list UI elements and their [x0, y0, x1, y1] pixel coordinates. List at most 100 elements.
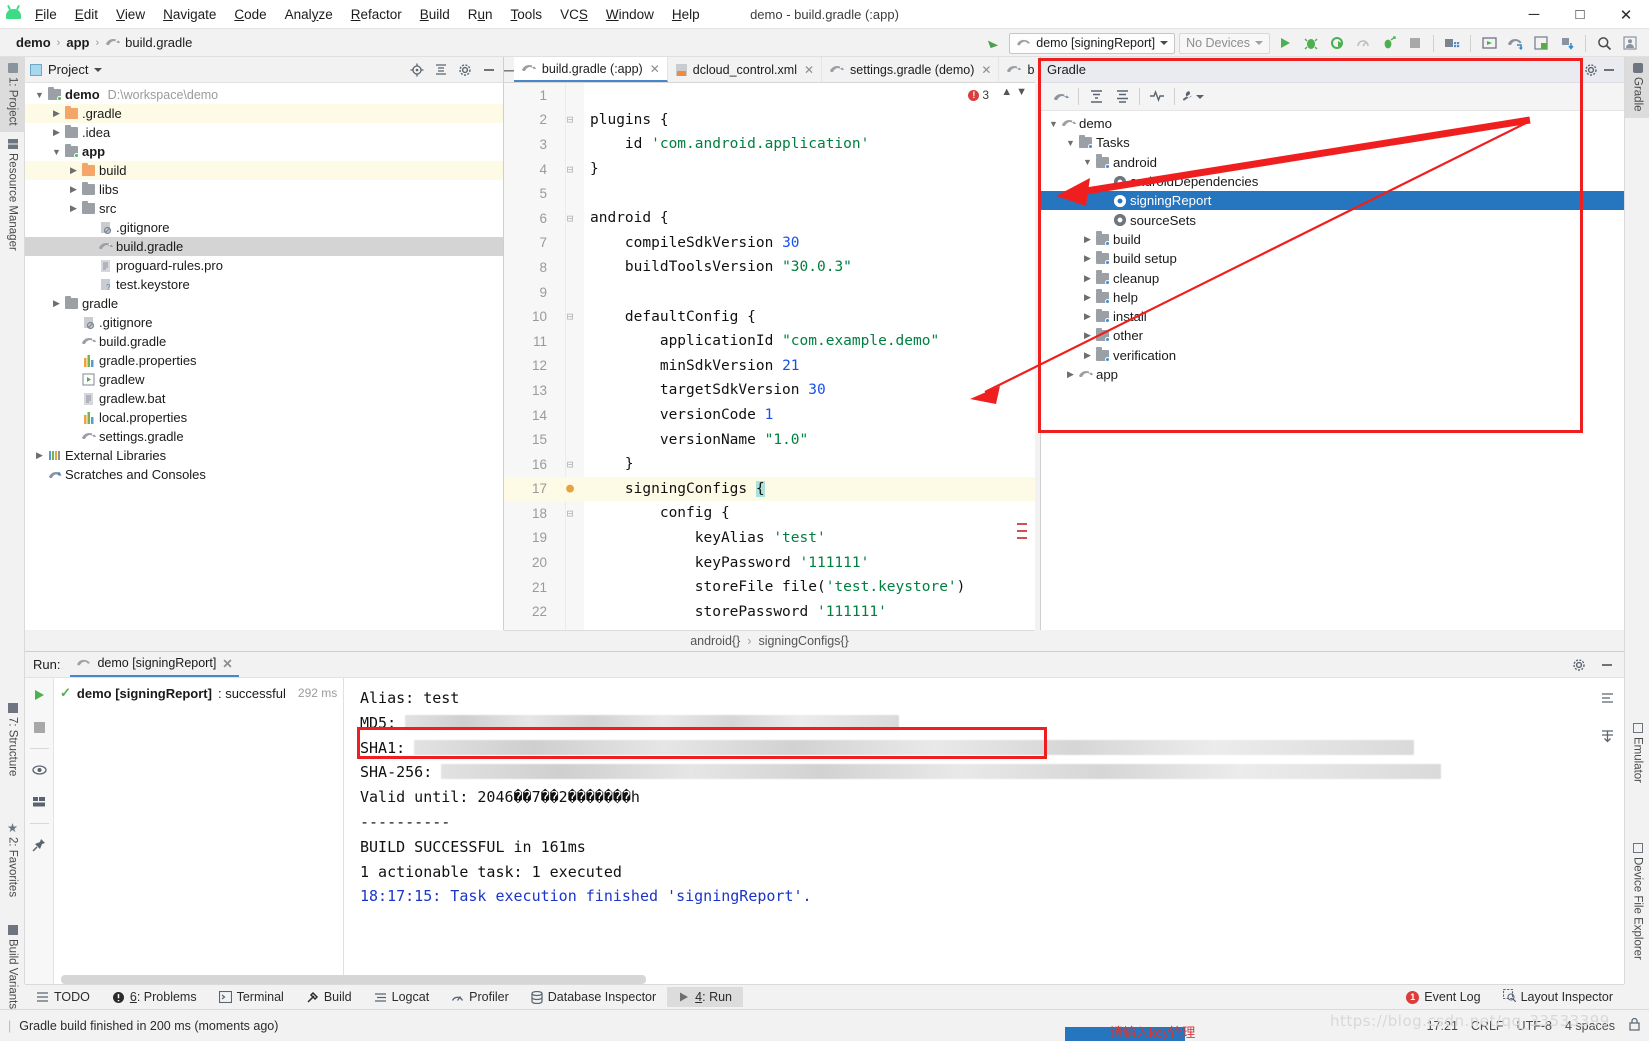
bottom-item-database-inspector[interactable]: Database Inspector: [520, 987, 667, 1007]
run-panel-sidebar[interactable]: [25, 678, 54, 985]
debug-icon[interactable]: [1300, 32, 1322, 54]
build-tool-settings-icon[interactable]: [1180, 86, 1204, 108]
hide-panel-icon[interactable]: [1600, 61, 1618, 79]
execute-gradle-task-icon[interactable]: [1049, 86, 1073, 108]
code-line[interactable]: 8 buildToolsVersion "30.0.3": [504, 255, 1035, 280]
code-line[interactable]: 3 id 'com.android.application': [504, 132, 1035, 157]
avd-manager-icon[interactable]: [1478, 32, 1500, 54]
chevron-right-icon[interactable]: ▶: [67, 184, 80, 195]
hide-panel-icon[interactable]: [480, 61, 498, 79]
sidebar-item-gradle[interactable]: Gradle: [1625, 57, 1649, 118]
menu-item-help[interactable]: Help: [663, 4, 709, 25]
sidebar-item-favorites[interactable]: 2: Favorites: [0, 817, 25, 903]
chevron-right-icon[interactable]: ▶: [1081, 273, 1094, 284]
code-fold-icon[interactable]: ⊟: [556, 507, 584, 520]
chevron-right-icon[interactable]: ▶: [1081, 311, 1094, 322]
code-line[interactable]: 20 keyPassword '111111': [504, 550, 1035, 575]
code-line[interactable]: 17 ● signingConfigs {: [504, 476, 1035, 502]
project-tree-item-external-libraries[interactable]: ▶ External Libraries: [25, 446, 503, 465]
gradle-tree-item-help[interactable]: ▶ help: [1041, 288, 1624, 307]
locate-icon[interactable]: [408, 61, 426, 79]
menu-item-navigate[interactable]: Navigate: [154, 4, 225, 25]
gradle-tree-item-tasks[interactable]: ▼ Tasks: [1041, 133, 1624, 152]
scroll-to-end-icon[interactable]: [1596, 688, 1618, 710]
chevron-right-icon[interactable]: ▶: [50, 108, 63, 119]
bottom-item-layout-inspector[interactable]: Layout Inspector: [1492, 986, 1624, 1008]
project-tree-item-gradle-properties[interactable]: gradle.properties: [25, 351, 503, 370]
gradle-panel-toolbar[interactable]: [1041, 83, 1624, 111]
gradle-tree-item-sourcesets[interactable]: sourceSets: [1041, 210, 1624, 229]
sidebar-item-resource-manager[interactable]: Resource Manager: [0, 133, 25, 257]
code-line[interactable]: 7 compileSdkVersion 30: [504, 231, 1035, 256]
project-tree-item-demo[interactable]: ▼ demo D:\workspace\demo: [25, 85, 503, 104]
breadcrumb-file[interactable]: build.gradle: [125, 35, 192, 50]
project-tree-item-settings-gradle[interactable]: settings.gradle: [25, 427, 503, 446]
gradle-tree-item-cleanup[interactable]: ▶ cleanup: [1041, 268, 1624, 287]
project-tree[interactable]: ▼ demo D:\workspace\demo ▶ .gradle ▶ .idea ▼ app…: [25, 83, 503, 484]
chevron-right-icon[interactable]: ▶: [1081, 350, 1094, 361]
bottom-item-6-problems[interactable]: 6: Problems: [101, 987, 208, 1007]
project-tree-item-build-gradle[interactable]: build.gradle: [25, 237, 503, 256]
project-tree-item-build[interactable]: ▶ build: [25, 161, 503, 180]
editor-breadcrumb-android[interactable]: android{}: [690, 634, 740, 648]
project-tree-item-local-properties[interactable]: local.properties: [25, 408, 503, 427]
project-tree-item--gitignore[interactable]: .gitignore: [25, 218, 503, 237]
run-result-tree[interactable]: ✓ demo [signingReport] : successful 292 …: [54, 678, 344, 985]
project-tree-item--gradle[interactable]: ▶ .gradle: [25, 104, 503, 123]
chevron-down-icon[interactable]: ▼: [50, 147, 63, 157]
menu-item-analyze[interactable]: Analyze: [276, 4, 342, 25]
chevron-right-icon[interactable]: ▶: [67, 203, 80, 214]
menu-item-window[interactable]: Window: [597, 4, 663, 25]
run-console-output[interactable]: Alias: test MD5: SHA1: SHA-256: Valid until:…: [344, 678, 1624, 985]
menu-item-vcs[interactable]: VCS: [551, 4, 597, 25]
project-tree-item-libs[interactable]: ▶ libs: [25, 180, 503, 199]
chevron-down-icon[interactable]: [94, 67, 103, 72]
code-line[interactable]: 18 ⊟ config {: [504, 501, 1035, 526]
chevron-right-icon[interactable]: ▶: [33, 450, 46, 461]
project-tree-item-gradle[interactable]: ▶ gradle: [25, 294, 503, 313]
bottom-item-event-log[interactable]: 1 Event Log: [1395, 987, 1491, 1007]
menu-item-refactor[interactable]: Refactor: [342, 4, 411, 25]
collapse-all-icon[interactable]: [1110, 86, 1134, 108]
user-account-icon[interactable]: [1619, 32, 1641, 54]
print-icon[interactable]: [1596, 724, 1618, 746]
profile-icon[interactable]: [1352, 32, 1374, 54]
editor-tab-build-gradle-app-[interactable]: build.gradle (:app) ✕: [513, 57, 668, 82]
editor-breadcrumb-signingconfigs[interactable]: signingConfigs{}: [758, 634, 848, 648]
gradle-task-tree[interactable]: ▼ demo ▼ Tasks ▼ android androidDependencies …: [1041, 111, 1624, 384]
stop-icon[interactable]: [28, 716, 50, 738]
run-output-right-icons[interactable]: [1596, 688, 1618, 746]
sync-arrow-icon[interactable]: [983, 32, 1005, 54]
code-line[interactable]: 11 applicationId "com.example.demo": [504, 329, 1035, 354]
run-output-horizontal-scrollbar[interactable]: [61, 975, 646, 984]
bottom-tool-window-bar[interactable]: TODO 6: Problems Terminal Build Logcat Profil…: [25, 984, 1624, 1009]
editor-tab-bar[interactable]: ─ build.gradle (:app) ✕ dcloud_control.xml…: [504, 57, 1035, 83]
gradle-tree-item-android[interactable]: ▼ android: [1041, 153, 1624, 172]
sidebar-item-build-variants[interactable]: Build Variants: [0, 919, 25, 1015]
project-tree-item-gradlew[interactable]: gradlew: [25, 370, 503, 389]
menu-item-view[interactable]: View: [107, 4, 154, 25]
close-icon[interactable]: ✕: [650, 62, 660, 76]
code-lines[interactable]: 1 2 ⊟ plugins {3 id 'com.android.applicati…: [504, 83, 1035, 624]
search-everywhere-icon[interactable]: [1593, 32, 1615, 54]
project-tree-item--idea[interactable]: ▶ .idea: [25, 123, 503, 142]
settings-icon[interactable]: [1582, 61, 1600, 79]
code-line[interactable]: 6 ⊟ android {: [504, 206, 1035, 231]
chevron-right-icon[interactable]: ▶: [1081, 292, 1094, 303]
taskbar-window-button[interactable]: [1065, 1027, 1185, 1041]
breadcrumb-module[interactable]: app: [66, 35, 89, 50]
toggle-offline-mode-icon[interactable]: [1145, 86, 1169, 108]
intention-bulb-icon[interactable]: ●: [556, 481, 584, 496]
code-line[interactable]: 2 ⊟ plugins {: [504, 108, 1035, 133]
settings-icon[interactable]: [1570, 656, 1588, 674]
code-fold-icon[interactable]: ⊟: [556, 310, 584, 323]
chevron-right-icon[interactable]: ▶: [1081, 330, 1094, 341]
chevron-down-icon[interactable]: ▼: [33, 90, 46, 100]
bottom-item-logcat[interactable]: Logcat: [363, 987, 441, 1007]
sidebar-item-device-file-explorer[interactable]: Device File Explorer: [1625, 837, 1649, 966]
gradle-tree-item-androiddependencies[interactable]: androidDependencies: [1041, 172, 1624, 191]
layout-inspector-icon[interactable]: [1530, 32, 1552, 54]
status-encoding[interactable]: UTF-8: [1517, 1019, 1552, 1033]
lock-icon[interactable]: [1628, 1017, 1641, 1034]
chevron-right-icon[interactable]: ▶: [1064, 369, 1077, 380]
